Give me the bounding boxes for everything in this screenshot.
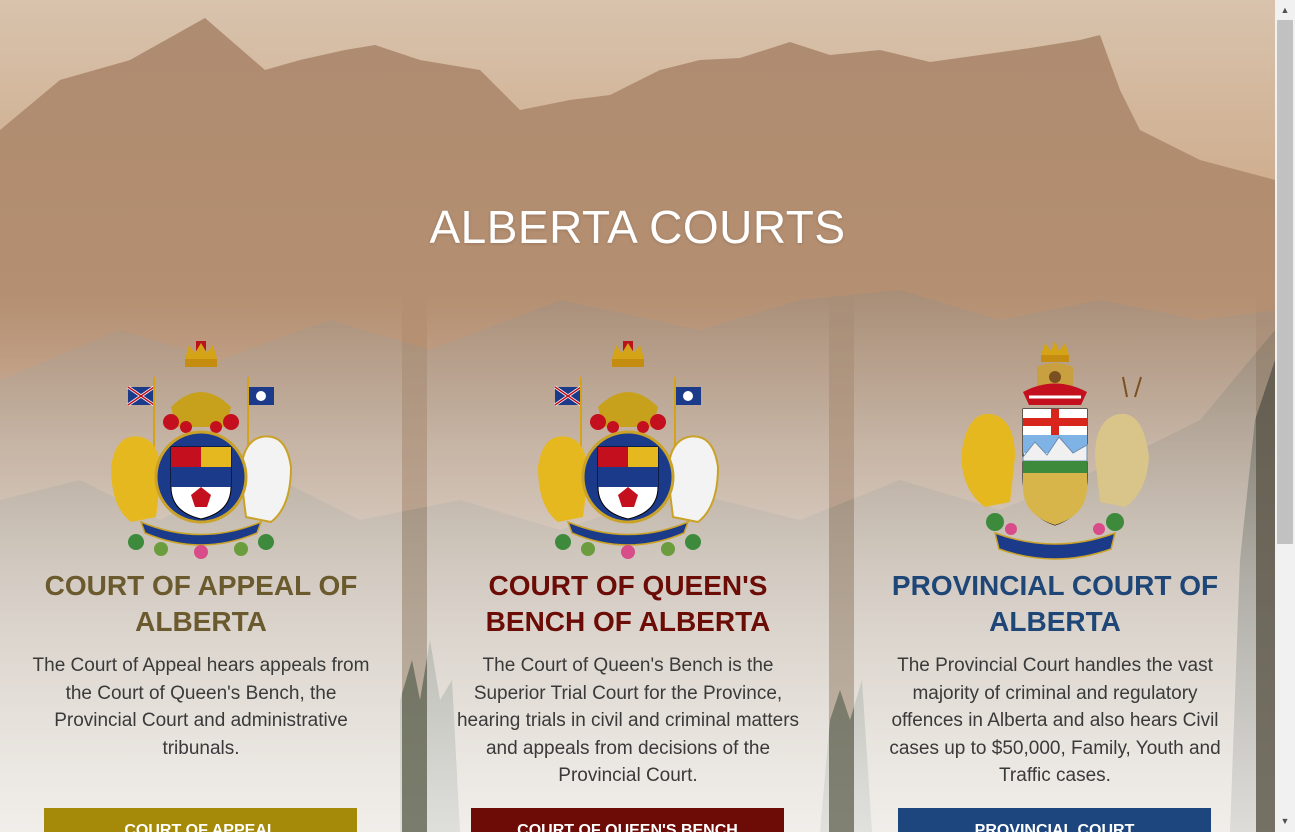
court-of-appeal-button[interactable]: COURT OF APPEAL (44, 808, 357, 832)
court-description: The Provincial Court handles the vast ma… (889, 655, 1221, 786)
scrollbar-thumb[interactable] (1277, 20, 1293, 544)
canada-coat-of-arms-icon (538, 341, 720, 559)
court-title: PROVINCIAL COURT OF ALBERTA (891, 570, 1219, 637)
hero-section: ALBERTA COURTS COURT OF APPEAL OF ALBERT… (0, 0, 1275, 832)
page-title: ALBERTA COURTS (429, 201, 846, 253)
court-card-appeal: COURT OF APPEAL OF ALBERTA The Court of … (0, 292, 402, 832)
scroll-down-arrow-icon[interactable]: ▼ (1275, 813, 1295, 830)
canada-coat-of-arms-icon (111, 341, 293, 559)
court-description: The Court of Queen's Bench is the Superi… (456, 655, 800, 786)
court-description: The Court of Appeal hears appeals from t… (32, 655, 370, 759)
court-card-provincial: PROVINCIAL COURT OF ALBERTA The Provinci… (854, 292, 1256, 832)
court-card-queens-bench: COURT OF QUEEN'S BENCH OF ALBERTA The Co… (427, 292, 829, 832)
court-title: COURT OF APPEAL OF ALBERTA (44, 570, 358, 637)
court-of-queens-bench-button[interactable]: COURT OF QUEEN'S BENCH (471, 808, 784, 832)
vertical-scrollbar[interactable]: ▲ ▼ (1275, 0, 1295, 832)
alberta-coat-of-arms-icon (961, 341, 1149, 560)
scroll-up-arrow-icon[interactable]: ▲ (1275, 2, 1295, 19)
provincial-court-button[interactable]: PROVINCIAL COURT (898, 808, 1211, 832)
court-title: COURT OF QUEEN'S BENCH OF ALBERTA (485, 570, 771, 637)
